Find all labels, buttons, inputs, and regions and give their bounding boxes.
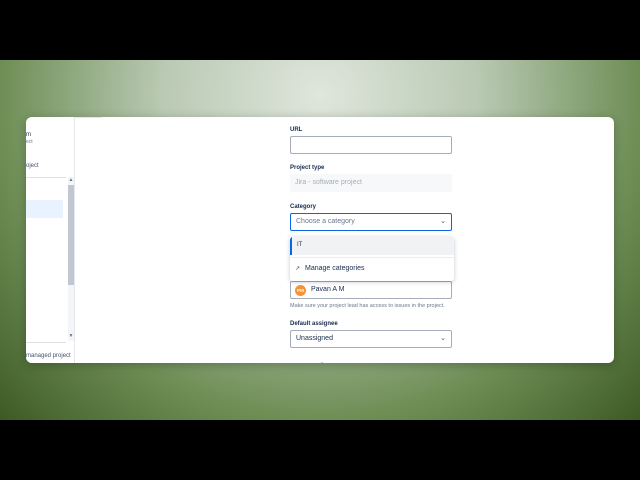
sidebar-scrollbar-thumb[interactable] — [68, 185, 74, 285]
project-details-window: m ect oject ▲ ▼ managed project URL Proj… — [26, 117, 614, 363]
url-label: URL — [290, 127, 303, 133]
project-lead-help: Make sure your project lead has access t… — [290, 303, 445, 309]
category-dropdown-menu: IT ↗ Manage categories — [290, 237, 454, 281]
sidebar-item-selected[interactable] — [26, 200, 63, 218]
category-placeholder: Choose a category — [296, 218, 355, 225]
sidebar-title: m — [26, 132, 31, 138]
project-type-field: Jira - software project — [290, 174, 452, 192]
header-divider — [74, 117, 102, 118]
external-link-icon: ↗ — [295, 266, 301, 272]
category-option-it[interactable]: IT — [290, 237, 454, 255]
default-assignee-label: Default assignee — [290, 321, 338, 327]
project-lead-select[interactable]: PM Pavan A M — [290, 281, 452, 299]
chevron-down-icon: ⌄ — [440, 335, 446, 342]
project-lead-name: Pavan A M — [311, 286, 345, 293]
category-label: Category — [290, 204, 317, 210]
next-field-hint — [321, 362, 323, 363]
chevron-down-icon: ⌄ — [440, 218, 446, 225]
sidebar-section-label: oject — [26, 163, 39, 169]
manage-categories-link[interactable]: ↗ Manage categories — [290, 261, 454, 279]
category-select[interactable]: Choose a category ⌄ — [290, 213, 452, 231]
dropdown-divider — [290, 257, 454, 258]
url-input[interactable] — [290, 136, 452, 154]
sidebar-footer-text: managed project — [26, 353, 71, 359]
default-assignee-select[interactable]: Unassigned ⌄ — [290, 330, 452, 348]
category-option-label: IT — [297, 242, 303, 248]
sidebar-list[interactable] — [26, 177, 66, 343]
manage-categories-label: Manage categories — [305, 265, 365, 272]
scroll-down-icon[interactable]: ▼ — [68, 333, 74, 339]
default-assignee-value: Unassigned — [296, 335, 333, 342]
avatar: PM — [295, 285, 306, 296]
scroll-up-icon[interactable]: ▲ — [68, 177, 74, 183]
sidebar: m ect oject ▲ ▼ managed project — [26, 117, 75, 363]
sidebar-subtitle: ect — [26, 139, 33, 145]
project-type-label: Project type — [290, 165, 325, 171]
